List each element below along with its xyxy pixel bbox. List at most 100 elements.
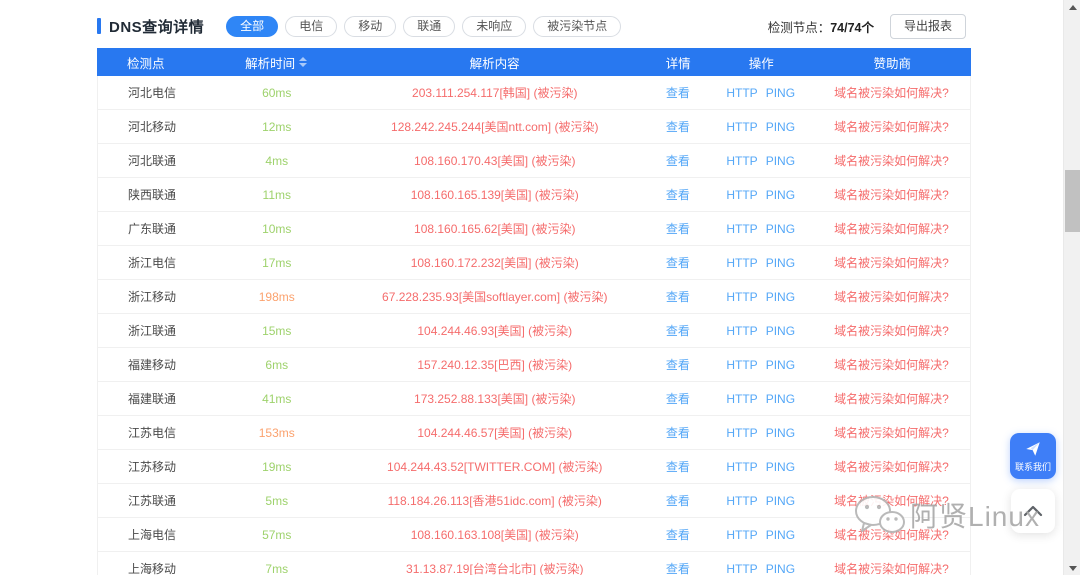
sponsor-link[interactable]: 域名被污染如何解决? xyxy=(834,86,949,100)
ping-link[interactable]: PING xyxy=(766,256,795,270)
view-detail-link[interactable]: 查看 xyxy=(666,324,690,338)
resolve-time: 5ms xyxy=(211,494,342,508)
sponsor-link[interactable]: 域名被污染如何解决? xyxy=(834,562,949,575)
view-detail-link[interactable]: 查看 xyxy=(666,562,690,575)
node-name: 江苏移动 xyxy=(98,458,211,475)
ping-link[interactable]: PING xyxy=(766,358,795,372)
node-name: 江苏联通 xyxy=(98,492,211,509)
resolve-content: 108.160.165.139[美国] (被污染) xyxy=(342,186,647,203)
view-detail-link[interactable]: 查看 xyxy=(666,460,690,474)
sponsor-link[interactable]: 域名被污染如何解决? xyxy=(834,188,949,202)
ping-link[interactable]: PING xyxy=(766,154,795,168)
http-link[interactable]: HTTP xyxy=(726,562,757,575)
http-link[interactable]: HTTP xyxy=(726,120,757,134)
vertical-scrollbar[interactable] xyxy=(1063,0,1080,575)
filter-pill[interactable]: 未响应 xyxy=(462,16,526,37)
view-detail-link[interactable]: 查看 xyxy=(666,188,690,202)
column-header-content: 解析内容 xyxy=(342,53,648,72)
view-detail-link[interactable]: 查看 xyxy=(666,494,690,508)
resolve-time: 198ms xyxy=(211,290,342,304)
http-link[interactable]: HTTP xyxy=(726,324,757,338)
filter-pill[interactable]: 被污染节点 xyxy=(533,16,621,37)
ping-link[interactable]: PING xyxy=(766,188,795,202)
filter-pill[interactable]: 移动 xyxy=(344,16,396,37)
filter-pill[interactable]: 电信 xyxy=(285,16,337,37)
sort-carets-icon[interactable] xyxy=(299,57,307,67)
http-link[interactable]: HTTP xyxy=(726,256,757,270)
http-link[interactable]: HTTP xyxy=(726,494,757,508)
sponsor-link[interactable]: 域名被污染如何解决? xyxy=(834,324,949,338)
view-detail-link[interactable]: 查看 xyxy=(666,392,690,406)
page-title: DNS查询详情 xyxy=(109,16,204,37)
sponsor-link[interactable]: 域名被污染如何解决? xyxy=(834,256,949,270)
http-link[interactable]: HTTP xyxy=(726,290,757,304)
http-link[interactable]: HTTP xyxy=(726,154,757,168)
node-name: 江苏电信 xyxy=(98,424,211,441)
column-header-node: 检测点 xyxy=(97,53,211,72)
table-row: 浙江电信 17ms 108.160.172.232[美国] (被污染) 查看 H… xyxy=(98,246,970,280)
ping-link[interactable]: PING xyxy=(766,120,795,134)
view-detail-link[interactable]: 查看 xyxy=(666,528,690,542)
table-row: 广东联通 10ms 108.160.165.62[美国] (被污染) 查看 HT… xyxy=(98,212,970,246)
ping-link[interactable]: PING xyxy=(766,528,795,542)
sponsor-link[interactable]: 域名被污染如何解决? xyxy=(834,358,949,372)
ping-link[interactable]: PING xyxy=(766,392,795,406)
http-link[interactable]: HTTP xyxy=(726,86,757,100)
ping-link[interactable]: PING xyxy=(766,494,795,508)
ping-link[interactable]: PING xyxy=(766,86,795,100)
ping-link[interactable]: PING xyxy=(766,426,795,440)
view-detail-link[interactable]: 查看 xyxy=(666,358,690,372)
sponsor-link[interactable]: 域名被污染如何解决? xyxy=(834,528,949,542)
resolve-time: 60ms xyxy=(211,86,342,100)
title-accent-bar xyxy=(97,18,101,34)
column-header-resolve-time[interactable]: 解析时间 xyxy=(211,53,342,72)
view-detail-link[interactable]: 查看 xyxy=(666,86,690,100)
http-link[interactable]: HTTP xyxy=(726,188,757,202)
scrollbar-thumb[interactable] xyxy=(1065,170,1080,232)
node-name: 福建联通 xyxy=(98,390,211,407)
http-link[interactable]: HTTP xyxy=(726,426,757,440)
filter-pill[interactable]: 联通 xyxy=(403,16,455,37)
ping-link[interactable]: PING xyxy=(766,290,795,304)
scrollbar-down-arrow[interactable] xyxy=(1064,561,1080,575)
view-detail-link[interactable]: 查看 xyxy=(666,120,690,134)
sponsor-link[interactable]: 域名被污染如何解决? xyxy=(834,392,949,406)
http-link[interactable]: HTTP xyxy=(726,358,757,372)
node-name: 上海电信 xyxy=(98,526,211,543)
http-link[interactable]: HTTP xyxy=(726,392,757,406)
view-detail-link[interactable]: 查看 xyxy=(666,154,690,168)
node-name: 河北电信 xyxy=(98,84,211,101)
sponsor-link[interactable]: 域名被污染如何解决? xyxy=(834,494,949,508)
http-link[interactable]: HTTP xyxy=(726,528,757,542)
export-report-button[interactable]: 导出报表 xyxy=(890,14,966,39)
table-row: 上海移动 7ms 31.13.87.19[台湾台北市] (被污染) 查看 HTT… xyxy=(98,552,970,575)
view-detail-link[interactable]: 查看 xyxy=(666,290,690,304)
http-link[interactable]: HTTP xyxy=(726,460,757,474)
paper-plane-icon xyxy=(1023,440,1043,458)
sponsor-link[interactable]: 域名被污染如何解决? xyxy=(834,290,949,304)
resolve-content: 104.244.43.52[TWITTER.COM] (被污染) xyxy=(342,458,647,475)
http-link[interactable]: HTTP xyxy=(726,222,757,236)
resolve-content: 67.228.235.93[美国softlayer.com] (被污染) xyxy=(342,288,647,305)
contact-us-button[interactable]: 联系我们 xyxy=(1010,433,1056,479)
sponsor-link[interactable]: 域名被污染如何解决? xyxy=(834,222,949,236)
ping-link[interactable]: PING xyxy=(766,222,795,236)
sponsor-link[interactable]: 域名被污染如何解决? xyxy=(834,154,949,168)
ping-link[interactable]: PING xyxy=(766,460,795,474)
scrollbar-up-arrow[interactable] xyxy=(1064,0,1080,14)
dns-result-table: 检测点 解析时间 解析内容 详情 操作 赞助商 河北电信 60ms 203.11… xyxy=(97,48,971,575)
back-to-top-button[interactable] xyxy=(1011,489,1055,533)
view-detail-link[interactable]: 查看 xyxy=(666,222,690,236)
sponsor-link[interactable]: 域名被污染如何解决? xyxy=(834,460,949,474)
resolve-content: 104.244.46.57[美国] (被污染) xyxy=(342,424,647,441)
node-name: 浙江移动 xyxy=(98,288,211,305)
view-detail-link[interactable]: 查看 xyxy=(666,256,690,270)
resolve-time: 11ms xyxy=(211,188,342,202)
sponsor-link[interactable]: 域名被污染如何解决? xyxy=(834,120,949,134)
dns-query-page: DNS查询详情 全部电信移动联通未响应被污染节点 检测节点： 74/74个 导出… xyxy=(0,0,1080,575)
filter-pill[interactable]: 全部 xyxy=(226,16,278,37)
ping-link[interactable]: PING xyxy=(766,324,795,338)
view-detail-link[interactable]: 查看 xyxy=(666,426,690,440)
ping-link[interactable]: PING xyxy=(766,562,795,575)
sponsor-link[interactable]: 域名被污染如何解决? xyxy=(834,426,949,440)
